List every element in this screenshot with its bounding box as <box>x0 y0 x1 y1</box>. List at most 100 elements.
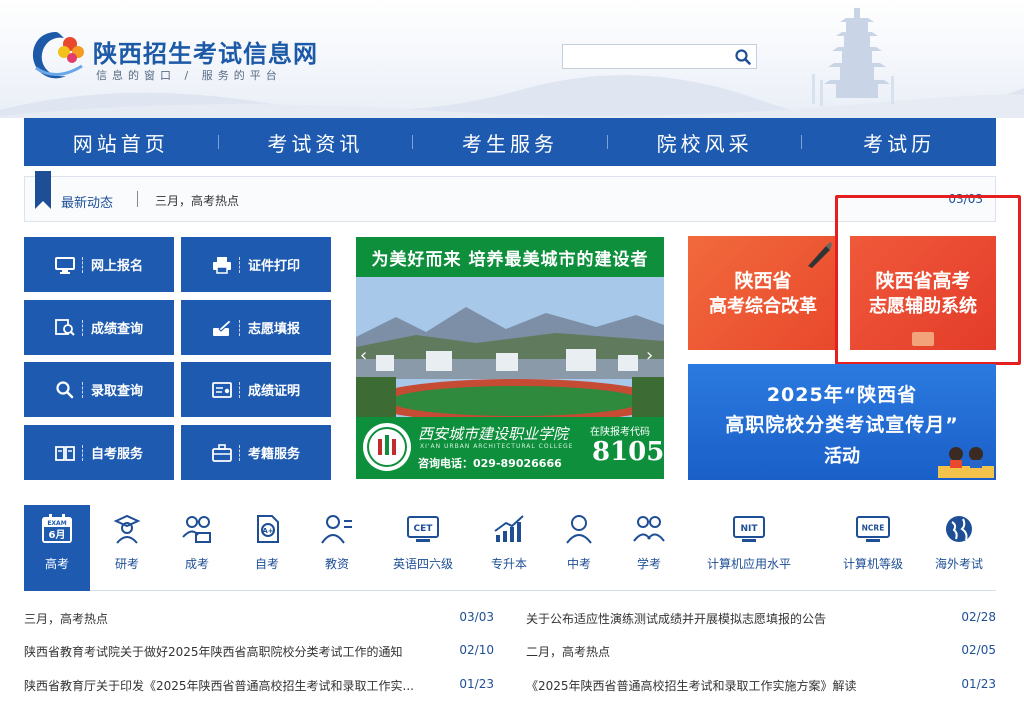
news-date: 02/28 <box>961 610 996 624</box>
cet-icon: CET <box>407 516 439 542</box>
news-title[interactable]: 二月，高考热点 <box>526 643 610 660</box>
nav-college-profiles[interactable]: 院校风采 <box>608 128 802 157</box>
search-box <box>562 44 757 69</box>
news-item[interactable]: 三月，高考热点 03/03 <box>24 610 494 630</box>
svg-text:A+: A+ <box>262 527 273 535</box>
news-date: 02/05 <box>961 643 996 657</box>
button-separator <box>239 256 240 273</box>
button-label: 成绩证明 <box>248 384 301 399</box>
button-label: 自考服务 <box>91 447 144 462</box>
exam-record-service-button[interactable]: 考籍服务 <box>181 425 331 480</box>
book-icon <box>55 445 75 461</box>
form-fill-icon <box>213 318 232 336</box>
promo-line2: 高职院校分类考试宣传月” <box>725 414 959 436</box>
news-item[interactable]: 二月，高考热点 02/05 <box>526 643 996 663</box>
campus-photo <box>356 277 664 417</box>
tab-upgrade-to-bachelor[interactable]: 专升本 <box>476 505 542 591</box>
academic-test-icon <box>633 516 665 542</box>
news-item[interactable]: 《2025年陕西省普通高校招生考试和录取工作实施方案》解读 01/23 <box>526 677 996 697</box>
button-separator <box>82 381 83 398</box>
graduate-icon <box>113 514 141 544</box>
nav-exam-calendar[interactable]: 考试历 <box>802 128 996 157</box>
exam-calendar-icon: EXAM 6月 <box>42 514 72 543</box>
certificate-icon <box>212 381 232 398</box>
news-title[interactable]: 陕西省教育考试院关于做好2025年陕西省高职院校分类考试工作的通知 <box>24 643 403 660</box>
ticker-headline[interactable]: 三月，高考热点 <box>155 192 239 209</box>
news-item[interactable]: 关于公布适应性演练测试成绩并开展模拟志愿填报的公告 02/28 <box>526 610 996 630</box>
id-print-button[interactable]: 证件打印 <box>181 237 331 292</box>
news-item[interactable]: 陕西省教育厅关于印发《2025年陕西省普通高校招生考试和录取工作实... 01/… <box>24 677 494 697</box>
admission-query-button[interactable]: 录取查询 <box>24 362 174 417</box>
score-search-icon <box>55 318 75 336</box>
exam-category-tabs: EXAM 6月 高考 研考 成考 A+ 自考 教资 CET 英语四六级 专升本 … <box>24 505 996 591</box>
news-item[interactable]: 陕西省教育考试院关于做好2025年陕西省高职院校分类考试工作的通知 02/10 <box>24 643 494 663</box>
news-date: 03/03 <box>459 610 494 624</box>
college-ad-banner[interactable]: 为美好而来 培养最美城市的建设者 ‹ › 西安城市建设职业学院 XI'AN UR… <box>356 237 664 479</box>
printer-icon <box>213 256 231 274</box>
button-separator <box>239 444 240 461</box>
tab-self-study[interactable]: A+ 自考 <box>236 505 298 591</box>
news-title[interactable]: 关于公布适应性演练测试成绩并开展模拟志愿填报的公告 <box>526 610 826 627</box>
banner-title: 为美好而来 培养最美城市的建设者 <box>371 250 649 270</box>
tab-cet[interactable]: CET 英语四六级 <box>380 505 466 591</box>
news-date: 01/23 <box>961 677 996 691</box>
vocational-exam-month-promo[interactable]: 2025年“陕西省 高职院校分类考试宣传月” 活动 <box>688 364 996 480</box>
score-query-button[interactable]: 成绩查询 <box>24 300 174 355</box>
score-certificate-button[interactable]: 成绩证明 <box>181 362 331 417</box>
site-header: 陕西招生考试信息网 信息的窗口 / 服务的平台 <box>0 0 1024 118</box>
banner-prev-arrow[interactable]: ‹ <box>360 345 374 366</box>
nav-student-services[interactable]: 考生服务 <box>413 128 607 157</box>
news-title[interactable]: 《2025年陕西省普通高校招生考试和录取工作实施方案》解读 <box>526 677 857 694</box>
self-study-service-button[interactable]: 自考服务 <box>24 425 174 480</box>
briefcase-icon <box>212 443 232 462</box>
button-separator <box>82 444 83 461</box>
tab-label: 成考 <box>184 557 209 571</box>
news-date: 01/23 <box>459 677 494 691</box>
tab-overseas-exam[interactable]: 海外考试 <box>924 505 994 591</box>
online-registration-button[interactable]: 网上报名 <box>24 237 174 292</box>
search-icon[interactable] <box>734 48 752 66</box>
banner-next-arrow[interactable]: › <box>646 345 660 366</box>
tab-label: 研考 <box>114 557 139 571</box>
button-separator <box>82 319 83 336</box>
volunteer-filing-button[interactable]: 志愿填报 <box>181 300 331 355</box>
tab-gaokao[interactable]: EXAM 6月 高考 <box>24 505 90 591</box>
tab-label: 计算机应用水平 <box>706 557 791 571</box>
ticker-label: 最新动态 <box>61 196 114 211</box>
ncre-icon: NCRE <box>856 516 890 542</box>
search-input[interactable] <box>563 45 731 68</box>
news-title[interactable]: 三月，高考热点 <box>24 610 108 627</box>
teacher-icon <box>321 515 352 544</box>
tab-label: 教资 <box>324 557 349 571</box>
exam-badge-top: EXAM <box>47 520 66 527</box>
tab-label: 自考 <box>254 557 279 571</box>
site-title[interactable]: 陕西招生考试信息网 <box>93 34 318 69</box>
nav-exam-news[interactable]: 考试资讯 <box>219 128 413 157</box>
exam-badge-bottom: 6月 <box>49 529 66 541</box>
gaokao-reform-promo[interactable]: 陕西省 高考综合改革 <box>688 236 838 350</box>
tab-postgraduate[interactable]: 研考 <box>96 505 158 591</box>
cet-badge-text: CET <box>414 524 434 534</box>
news-title[interactable]: 陕西省教育厅关于印发《2025年陕西省普通高校招生考试和录取工作实... <box>24 677 414 694</box>
tab-nit[interactable]: NIT 计算机应用水平 <box>694 505 804 591</box>
tab-academic-test[interactable]: 学考 <box>618 505 680 591</box>
tab-label: 海外考试 <box>934 557 983 571</box>
button-label: 考籍服务 <box>248 447 301 462</box>
tab-adult-exam[interactable]: 成考 <box>166 505 228 591</box>
tab-label: 中考 <box>566 557 591 571</box>
tab-zhongkao[interactable]: 中考 <box>548 505 610 591</box>
ncre-badge-text: NCRE <box>862 524 885 533</box>
pagoda-illustration <box>812 8 894 106</box>
tab-teacher-certificate[interactable]: 教资 <box>304 505 370 591</box>
college-phone: 咨询电话：029-89026666 <box>418 457 562 470</box>
button-separator <box>239 319 240 336</box>
tab-ncre[interactable]: NCRE 计算机等级 <box>820 505 926 591</box>
button-label: 证件打印 <box>248 259 301 274</box>
students-illustration <box>938 447 994 478</box>
college-code-label: 在陕报考代码 <box>590 427 650 438</box>
tab-label: 英语四六级 <box>392 557 453 571</box>
logo-icon[interactable] <box>26 26 88 84</box>
button-label: 网上报名 <box>91 259 144 274</box>
tab-label: 学考 <box>636 557 661 571</box>
nav-home[interactable]: 网站首页 <box>24 128 218 157</box>
